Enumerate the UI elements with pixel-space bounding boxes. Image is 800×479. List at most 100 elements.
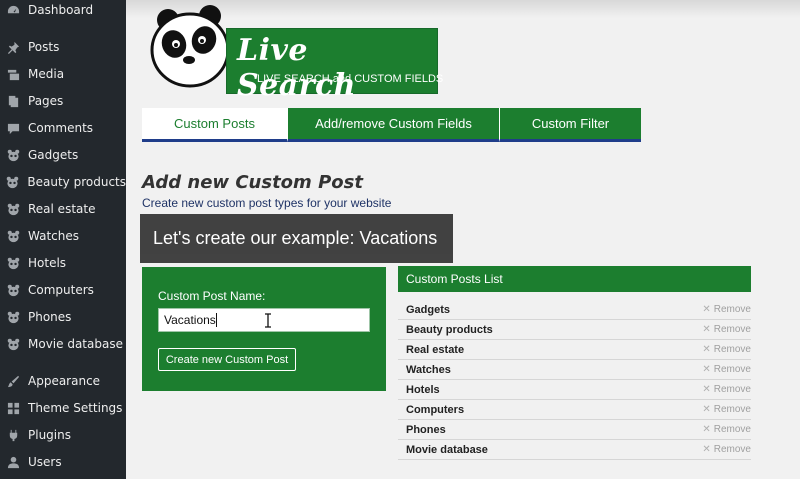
ibeam-cursor-icon [265, 313, 271, 328]
sidebar-item-label: Theme Settings [28, 401, 123, 415]
remove-button[interactable]: ✕ Remove [702, 344, 751, 355]
panda-icon [6, 283, 20, 297]
close-icon: ✕ [702, 404, 711, 415]
close-icon: ✕ [702, 344, 711, 355]
close-icon: ✕ [702, 384, 711, 395]
sidebar-item-dashboard[interactable]: Dashboard [0, 0, 126, 23]
media-icon [6, 67, 20, 81]
remove-button[interactable]: ✕ Remove [702, 304, 751, 315]
list-item: Gadgets ✕ Remove [398, 300, 751, 320]
sidebar-item-users[interactable]: Users [0, 449, 126, 475]
sidebar-item-label: Posts [28, 40, 60, 54]
panda-icon [6, 229, 20, 243]
panda-icon [6, 310, 20, 324]
sidebar-item-label: Phones [28, 310, 72, 324]
tab-custom-posts[interactable]: Custom Posts [142, 108, 287, 142]
sidebar-item-comments[interactable]: Comments [0, 115, 126, 141]
sidebar-item-label: Pages [28, 94, 64, 108]
list-item: Computers ✕ Remove [398, 400, 751, 420]
custom-post-name: Watches [406, 363, 451, 376]
page-title: Add new Custom Post [142, 172, 363, 193]
create-custom-post-button[interactable]: Create new Custom Post [158, 348, 296, 371]
sidebar-item-label: Media [28, 67, 65, 81]
sidebar-item-label: Gadgets [28, 148, 79, 162]
remove-button[interactable]: ✕ Remove [702, 444, 751, 455]
remove-button[interactable]: ✕ Remove [702, 324, 751, 335]
custom-post-name: Movie database [406, 443, 488, 456]
pages-icon [6, 94, 20, 108]
remove-label: Remove [713, 404, 751, 415]
custom-post-name-input[interactable]: Vacations [158, 308, 370, 332]
pin-icon [6, 40, 20, 54]
remove-button[interactable]: ✕ Remove [702, 424, 751, 435]
sidebar-item-phones[interactable]: Phones [0, 304, 126, 330]
sidebar-item-label: Real estate [28, 202, 96, 216]
sidebar-item-label: Watches [28, 229, 79, 243]
close-icon: ✕ [702, 324, 711, 335]
sidebar-item-hotels[interactable]: Hotels [0, 250, 126, 276]
remove-label: Remove [713, 384, 751, 395]
custom-posts-list-header: Custom Posts List [398, 266, 751, 292]
custom-post-name: Real estate [406, 343, 465, 356]
close-icon: ✕ [702, 444, 711, 455]
close-icon: ✕ [702, 424, 711, 435]
sidebar-item-theme-settings[interactable]: Theme Settings [0, 395, 126, 421]
list-item: Beauty products ✕ Remove [398, 320, 751, 340]
list-item: Watches ✕ Remove [398, 360, 751, 380]
sidebar-item-posts[interactable]: Posts [0, 34, 126, 60]
list-item: Hotels ✕ Remove [398, 380, 751, 400]
sidebar-item-label: Appearance [28, 374, 101, 388]
tab-bar: Custom Posts Add/remove Custom Fields Cust… [142, 108, 641, 142]
tab-custom-filter[interactable]: Custom Filter [499, 108, 641, 142]
remove-label: Remove [713, 444, 751, 455]
live-search-logo: Live Search LIVE SEARCH and CUSTOM FIELD… [142, 4, 443, 103]
custom-post-name: Computers [406, 403, 465, 416]
plug-icon [6, 428, 20, 442]
close-icon: ✕ [702, 364, 711, 375]
sidebar-item-appearance[interactable]: Appearance [0, 368, 126, 394]
sidebar-item-label: Computers [28, 283, 94, 297]
sidebar-item-label: Dashboard [28, 3, 94, 17]
sidebar-item-watches[interactable]: Watches [0, 223, 126, 249]
logo-banner: Live Search LIVE SEARCH and CUSTOM FIELD… [226, 28, 444, 103]
custom-post-name: Beauty products [406, 323, 493, 336]
remove-button[interactable]: ✕ Remove [702, 404, 751, 415]
tab-add-remove-custom-fields[interactable]: Add/remove Custom Fields [287, 108, 499, 142]
remove-button[interactable]: ✕ Remove [702, 364, 751, 375]
sidebar-item-real-estate[interactable]: Real estate [0, 196, 126, 222]
panda-icon [6, 337, 20, 351]
sidebar-item-beauty-products[interactable]: Beauty products [0, 169, 126, 195]
sidebar-item-pages[interactable]: Pages [0, 88, 126, 114]
remove-button[interactable]: ✕ Remove [702, 384, 751, 395]
input-value: Vacations [164, 313, 216, 327]
sidebar-item-computers[interactable]: Computers [0, 277, 126, 303]
list-item: Phones ✕ Remove [398, 420, 751, 440]
panda-icon [6, 256, 20, 270]
main-content: Live Search LIVE SEARCH and CUSTOM FIELD… [126, 0, 800, 479]
custom-post-name-label: Custom Post Name: [158, 289, 266, 303]
list-item: Movie database ✕ Remove [398, 440, 751, 460]
panda-icon [6, 202, 20, 216]
sidebar-item-movie-database[interactable]: Movie database [0, 331, 126, 357]
sidebar-item-label: Beauty products [27, 175, 126, 189]
sidebar-item-plugins[interactable]: Plugins [0, 422, 126, 448]
custom-post-name: Hotels [406, 383, 440, 396]
logo-subtitle: LIVE SEARCH and CUSTOM FIELDS [257, 73, 444, 85]
remove-label: Remove [713, 344, 751, 355]
close-icon: ✕ [702, 304, 711, 315]
remove-label: Remove [713, 304, 751, 315]
custom-posts-rows: Gadgets ✕ Remove Beauty products ✕ Remove Real… [398, 300, 751, 460]
new-post-form: Custom Post Name: Vacations Create new C… [142, 267, 386, 391]
brush-icon [6, 374, 20, 388]
grid-icon [6, 401, 20, 415]
sidebar-item-media[interactable]: Media [0, 61, 126, 87]
admin-sidebar: Dashboard Posts Media Pages Comments Gadgets B… [0, 0, 126, 479]
sidebar-item-gadgets[interactable]: Gadgets [0, 142, 126, 168]
panda-icon [6, 175, 19, 189]
remove-label: Remove [713, 364, 751, 375]
list-item: Real estate ✕ Remove [398, 340, 751, 360]
comment-icon [6, 121, 20, 135]
page-subtitle: Create new custom post types for your we… [142, 196, 392, 210]
logo-title: Live Search [237, 33, 357, 103]
sidebar-item-label: Comments [28, 121, 94, 135]
